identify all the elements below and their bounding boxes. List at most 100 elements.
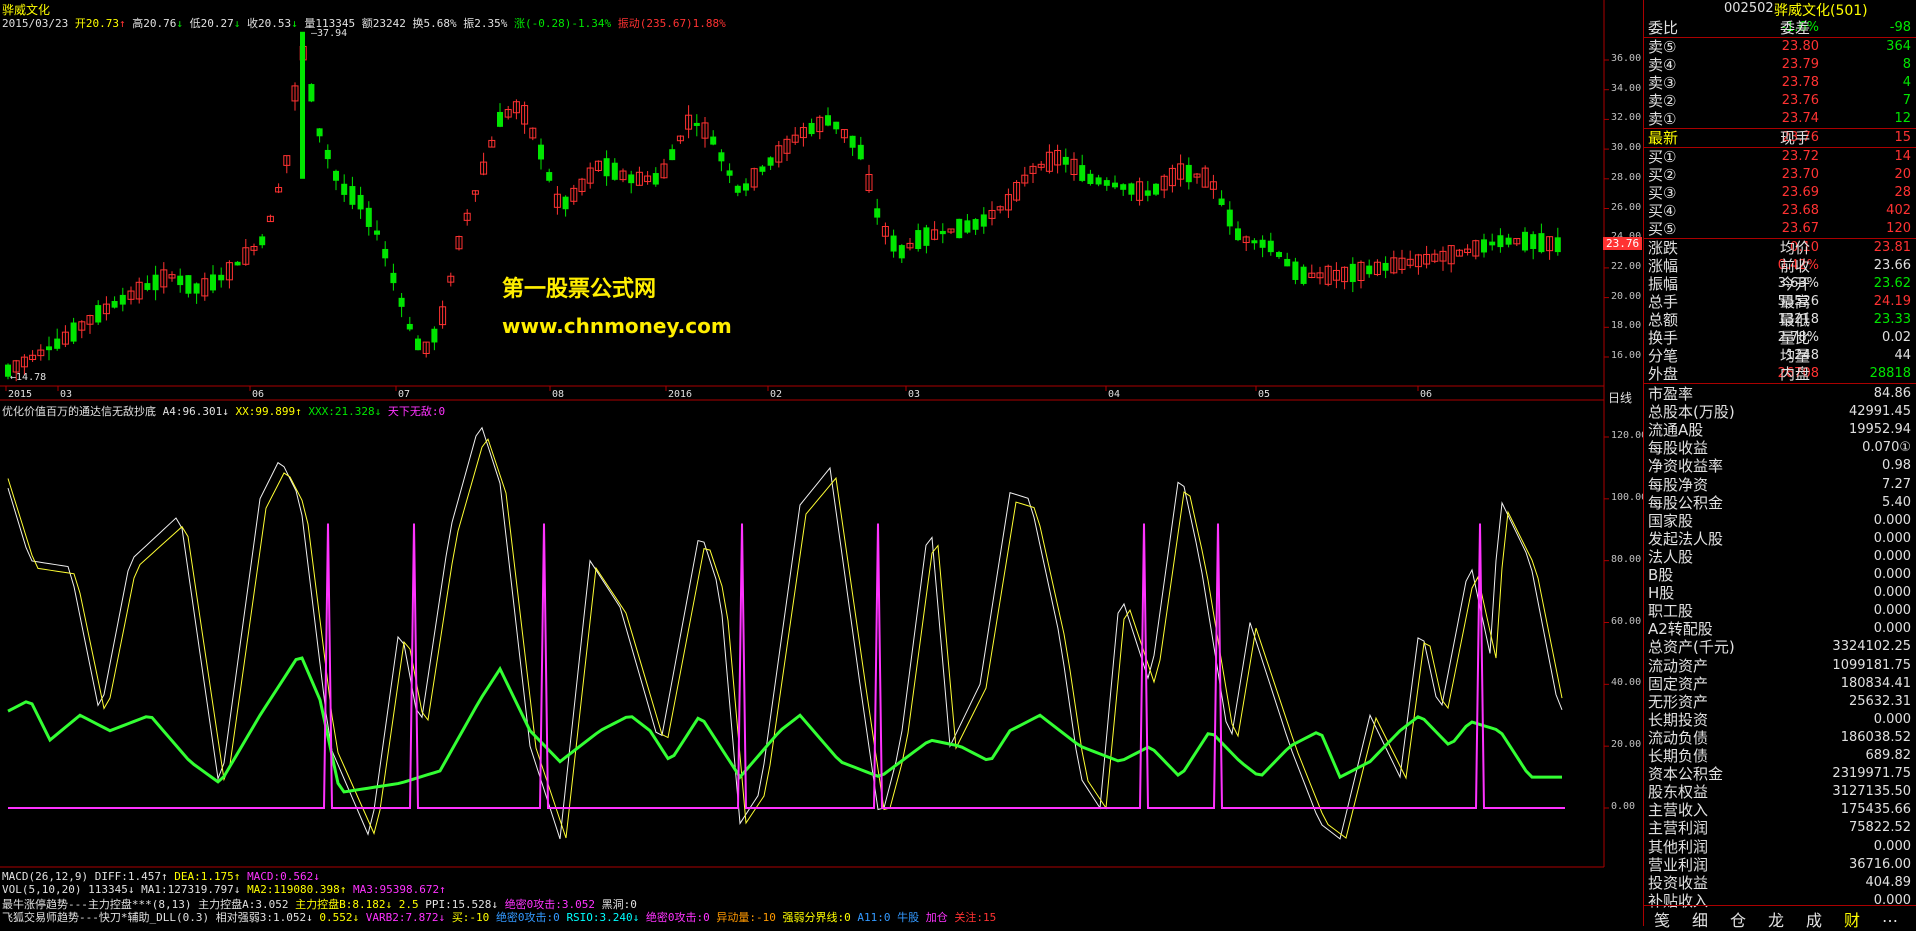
candle-body: [1112, 182, 1118, 188]
finance-row: 国家股 0.000: [1648, 511, 1911, 530]
sell-row: 卖② 23.76 7: [1648, 92, 1911, 110]
price-tick-label: 20.00: [1611, 290, 1642, 302]
finance-row: 法人股 0.000: [1648, 547, 1911, 566]
price-tick-label: 34.00: [1611, 82, 1642, 94]
candle-body: [1144, 190, 1151, 196]
candle-body: [972, 219, 979, 230]
candle-body: [1349, 263, 1356, 283]
panel-tab[interactable]: 笺: [1654, 907, 1670, 931]
candle-body: [1062, 156, 1069, 165]
webi-row: 委比 -1.6% 委差 -98: [1648, 19, 1911, 37]
price-tick-label: 36.00: [1611, 53, 1642, 64]
candle-body: [119, 294, 126, 305]
finance-row: 主营利润 75822.52: [1648, 819, 1911, 838]
finance-row: B股 0.000: [1648, 566, 1911, 584]
header-low: 低20.27: [189, 17, 234, 30]
header-close: 收20.53: [246, 17, 292, 30]
candle-body: [415, 338, 421, 351]
indicator-xx: XX:99.899↑: [235, 405, 302, 418]
indicator-tx: 天下无敌:0: [387, 405, 446, 418]
candle-body: [898, 245, 905, 259]
quote-panel: 002502 骅威文化(501) 委比 -1.6% 委差 -98 卖⑤ 23.80 364 卖…: [1643, 0, 1916, 930]
sell-row: 卖③ 23.78 4: [1648, 74, 1911, 92]
price-tick-label: 28.00: [1611, 171, 1642, 183]
candle-body: [652, 173, 659, 185]
panel-tab[interactable]: …: [1882, 907, 1898, 926]
stat-row: 外盘 26708 内盘 28818: [1648, 365, 1911, 383]
candle-body: [431, 328, 438, 343]
date-tick-label: 08: [552, 389, 565, 400]
price-tick-label: 32.00: [1611, 112, 1642, 124]
chart-canvas[interactable]: [0, 0, 1644, 926]
fh-line: 飞狐交易师趋势---快刀*辅助_DLL(0.3) 相对强弱3:1.052↓ 0.…: [2, 911, 997, 924]
candle-body: [1292, 261, 1299, 280]
ind-tick-label: 20.00: [1611, 739, 1642, 751]
finance-row: 流动资产 1099181.75: [1648, 656, 1911, 675]
chart-area[interactable]: 骅威文化 2015/03/23 开20.73↑ 高20.76↓ 低20.27↓ …: [0, 0, 1648, 926]
buy-row: 买④ 23.68 402: [1648, 202, 1911, 220]
candle-body: [1522, 231, 1528, 251]
panel-tab[interactable]: 成: [1806, 907, 1822, 931]
max-price-mark: —37.94: [311, 28, 348, 39]
panel-tab[interactable]: 财: [1844, 907, 1860, 931]
macd-line: MACD(26,12,9) DIFF:1.457↑ DEA:1.175↑ MAC…: [2, 870, 320, 883]
stat-row: 涨跌 0.10 均价 23.81: [1648, 239, 1911, 257]
date-tick-label: 2015: [8, 389, 33, 400]
candle-body: [218, 274, 225, 281]
watermark-cn: 第一股票公式网: [502, 277, 657, 302]
candle-body: [1284, 258, 1291, 267]
finance-row: 长期投资 0.000: [1648, 710, 1911, 729]
ind-tick-label: 120.00: [1611, 430, 1648, 441]
candle-body: [1538, 233, 1545, 253]
candle-body: [152, 274, 159, 291]
panel-tab[interactable]: 仓: [1730, 907, 1746, 931]
price-tick-label: 16.00: [1611, 350, 1642, 361]
candle-body: [562, 196, 569, 210]
candle-body: [70, 322, 77, 342]
candle-body: [374, 230, 380, 235]
indicator-line-a4: [7, 426, 1563, 840]
sell-row: 卖④ 23.79 8: [1648, 56, 1911, 74]
candle-body: [734, 185, 741, 193]
header-open: 开20.73: [74, 17, 119, 30]
stat-row: 总手 55526 最高 24.19: [1648, 293, 1911, 311]
candle-body: [1079, 165, 1086, 181]
candle-body: [193, 283, 200, 294]
candle-body: [874, 208, 881, 218]
candle-body: [1300, 266, 1307, 284]
candle-body: [333, 170, 339, 181]
candle-body: [980, 214, 987, 227]
indicator-xxx: XXX:21.328↓: [308, 405, 382, 418]
candle-body: [341, 183, 348, 195]
panel-tab[interactable]: 细: [1692, 907, 1708, 931]
candle-body: [1153, 183, 1159, 195]
candle-body: [1505, 237, 1512, 245]
candle-body: [1218, 198, 1225, 205]
candle-body: [743, 183, 749, 191]
candle-body: [964, 220, 971, 233]
candle-body: [1120, 184, 1127, 190]
stat-row: 总额 13218 最低 23.33: [1648, 311, 1911, 329]
date-tick-label: 03: [60, 389, 73, 400]
period-label[interactable]: 日线: [1608, 389, 1632, 406]
candle-body: [849, 135, 856, 148]
stat-row: 换手 2.78% 量比 0.02: [1648, 329, 1911, 347]
candle-body: [1554, 237, 1561, 253]
candle-body: [324, 149, 331, 160]
price-tick-label: 26.00: [1611, 201, 1642, 213]
candle-body: [316, 128, 323, 137]
header-date: 2015/03/23: [2, 17, 69, 30]
indicator-name: 优化价值百万的通达信无敌抄底: [2, 405, 156, 418]
date-tick-label: 03: [908, 389, 921, 400]
stat-row: 振幅 3.63% 今开 23.62: [1648, 275, 1911, 293]
candle-body: [95, 305, 102, 323]
candle-body: [406, 323, 413, 330]
date-tick-label: 06: [1420, 389, 1433, 400]
candle-body: [1087, 173, 1094, 184]
finance-row: A2转配股 0.000: [1648, 620, 1911, 639]
candle-body: [538, 144, 544, 160]
candle-body: [939, 230, 946, 235]
panel-tabs: 笺细仓龙成财 …: [1644, 905, 1916, 930]
panel-tab[interactable]: 龙: [1768, 907, 1784, 931]
header-amplitude: 振2.35%: [463, 17, 508, 30]
